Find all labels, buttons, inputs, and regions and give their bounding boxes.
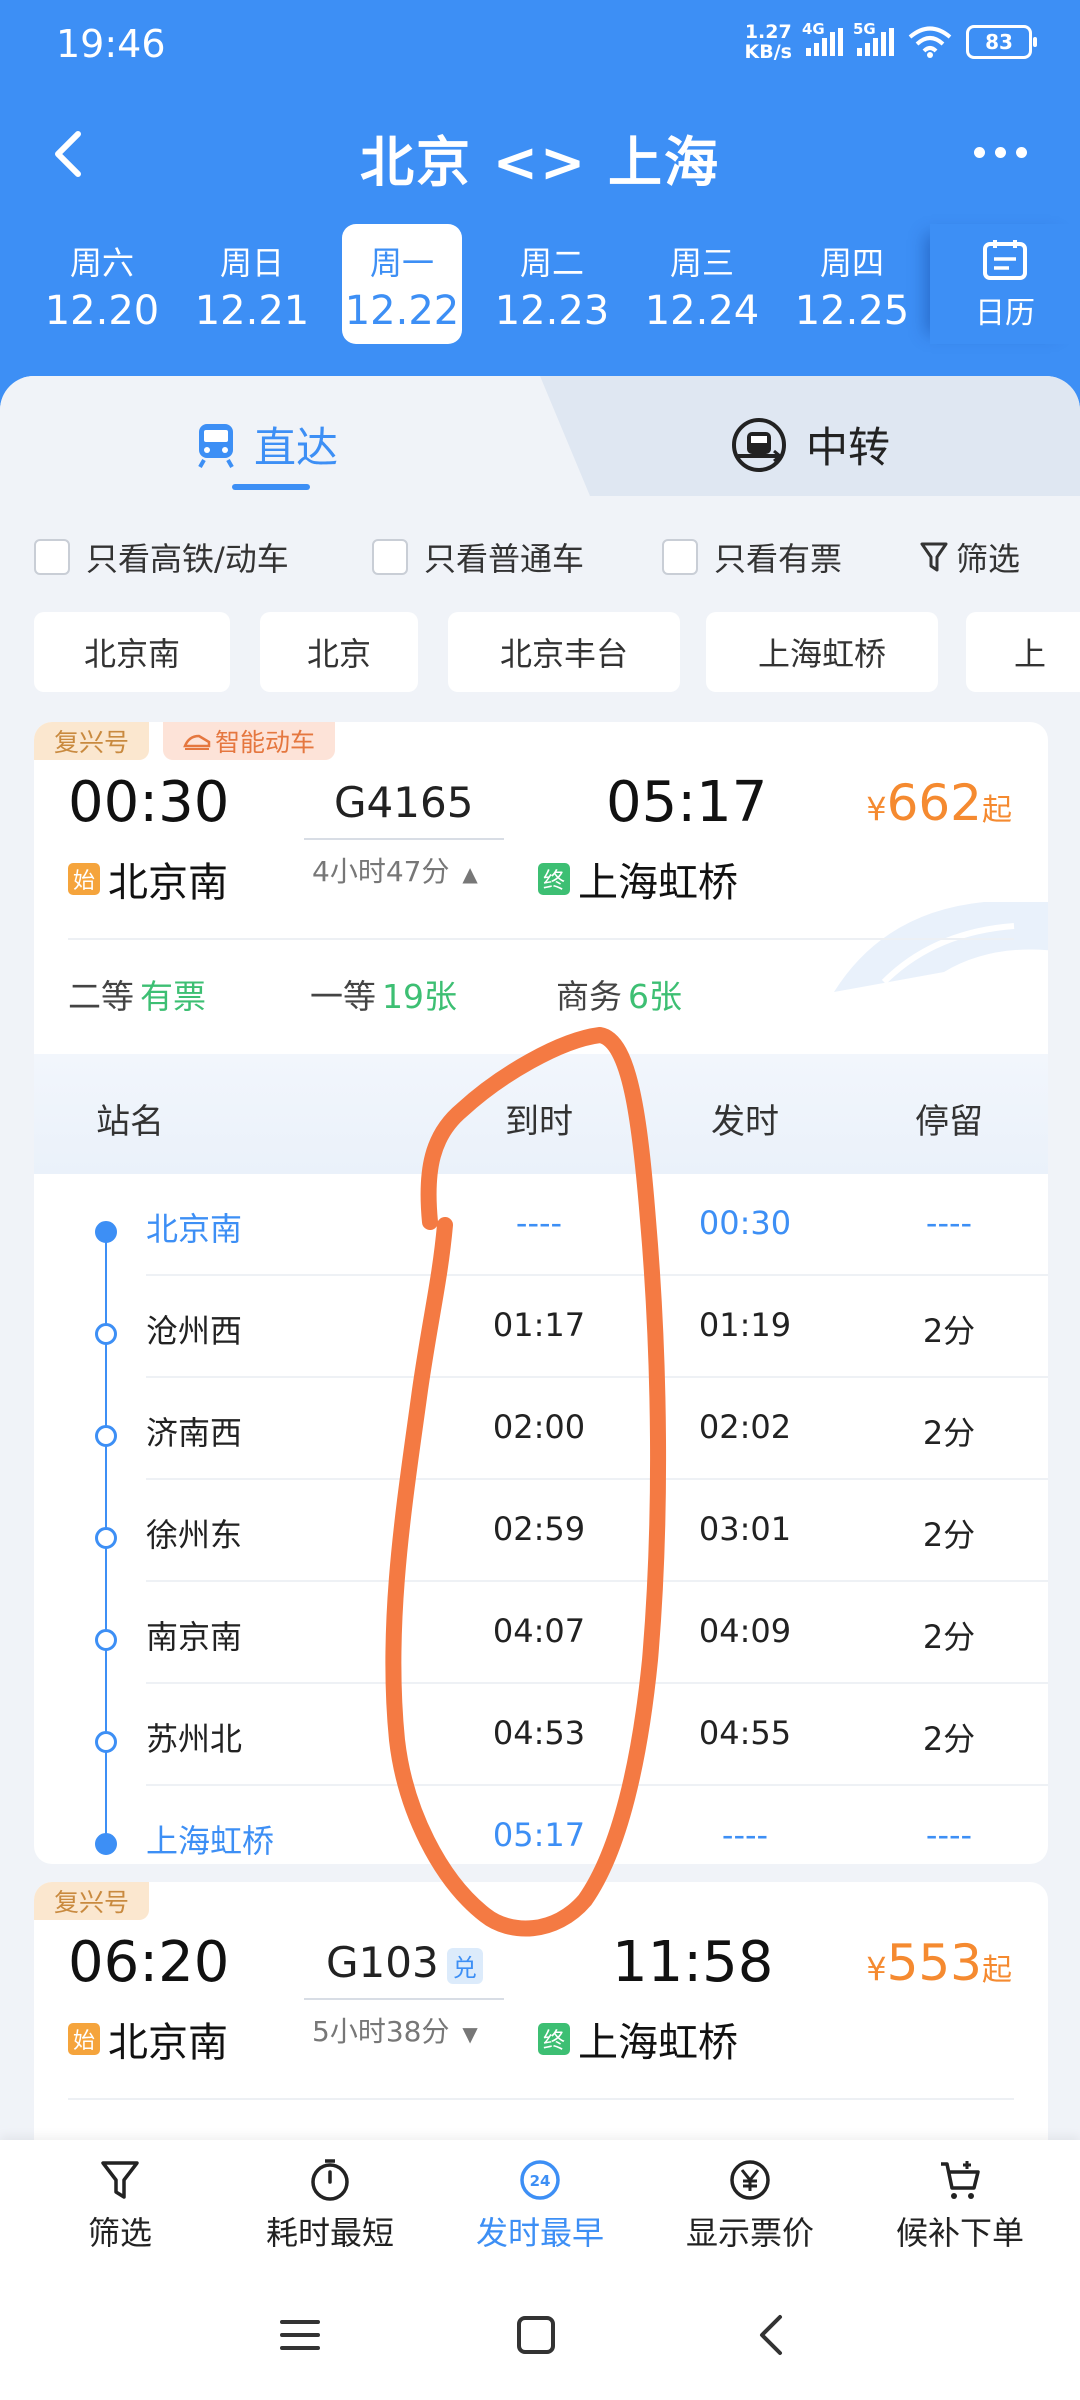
seat-business-class: 商务 6张 — [556, 977, 682, 1016]
train-watermark-icon — [834, 902, 1048, 992]
end-station-tag: 终 — [538, 863, 570, 895]
home-nav-icon[interactable] — [506, 2310, 566, 2360]
tab-direct-label: 直达 — [254, 423, 339, 472]
high-speed-only-checkbox[interactable]: 只看高铁/动车 — [34, 534, 289, 580]
train-icon — [198, 423, 234, 468]
price: ¥ 553 起 — [866, 1934, 1012, 1992]
table-row: 北京南 ---- 00:30 ---- — [34, 1174, 1048, 1276]
fuxing-badge: 复兴号 — [34, 1882, 150, 1920]
header: 19:46 1.27 KB/s 4G 5G 83 北京 <> 上海 周六 12.… — [0, 0, 1080, 420]
station-chip[interactable]: 北京南 — [34, 612, 230, 692]
trip-duration[interactable]: 5小时38分 ▼ — [312, 2010, 478, 2050]
svg-text:24: 24 — [530, 2172, 551, 2190]
back-nav-icon[interactable] — [742, 2310, 802, 2360]
status-bar: 19:46 1.27 KB/s 4G 5G 83 — [0, 0, 1080, 92]
filter-row: 只看高铁/动车 只看普通车 只看有票 筛选 — [0, 526, 1080, 586]
train-number: G4165 — [334, 778, 474, 827]
trip-duration[interactable]: 4小时47分 ▲ — [312, 850, 478, 890]
status-time: 19:46 — [56, 22, 166, 66]
fuxing-badge: 复兴号 — [34, 722, 150, 760]
caret-up-icon: ▲ — [462, 862, 478, 886]
caret-down-icon: ▼ — [462, 2022, 478, 2046]
system-nav-bar — [0, 2272, 1080, 2400]
active-tab-indicator — [232, 484, 310, 490]
stops-table-header: 站名 到时 发时 停留 — [34, 1054, 1048, 1174]
bottom-filter-button[interactable]: 筛选 — [20, 2158, 220, 2254]
station-chip[interactable]: 上海虹桥 — [706, 612, 938, 692]
seat-second-class: 二等 有票 — [68, 977, 206, 1016]
train-card[interactable]: 复兴号 06:20 G103 兑 5小时38分 ▼ 11:58 ¥ 553 起 始… — [34, 1882, 1048, 2140]
more-options-button[interactable] — [960, 132, 1040, 172]
content-panel: 中转 直达 只看高铁/动车 只看普通车 只看有票 筛选 北京南 北京 北京丰台 … — [0, 376, 1080, 2140]
calendar-button[interactable]: 日历 — [930, 224, 1080, 344]
transfer-icon — [732, 417, 786, 472]
table-row: 上海虹桥 05:17 ---- ---- — [146, 1816, 973, 1860]
table-row: 徐州东 02:59 03:01 2分 — [34, 1480, 1048, 1582]
table-row: 济南西 02:00 02:02 2分 — [34, 1378, 1048, 1480]
normal-train-only-checkbox[interactable]: 只看普通车 — [372, 534, 584, 580]
show-price-button[interactable]: 显示票价 — [650, 2158, 850, 2254]
arrival-time: 11:58 — [612, 1930, 774, 1995]
date-item[interactable]: 周六 12.20 — [42, 224, 162, 344]
seat-first-class: 一等 19张 — [310, 977, 457, 1016]
stopwatch-icon — [311, 2159, 349, 2201]
date-item[interactable]: 周二 12.23 — [492, 224, 612, 344]
end-station-tag: 终 — [538, 2023, 570, 2055]
funnel-icon — [101, 2161, 139, 2199]
calendar-icon — [983, 240, 1027, 280]
tab-transfer[interactable]: 中转 — [540, 376, 1080, 496]
signal-4g-icon: 4G — [802, 20, 843, 56]
train-number: G103 兑 — [326, 1938, 483, 1987]
departure-time: 00:30 — [68, 770, 230, 835]
departure-station: 始 北京南 — [68, 2010, 228, 2068]
train-card[interactable]: 复兴号 智能动车 00:30 G4165 4小时47分 ▲ 05:17 ¥ 66… — [34, 722, 1048, 1864]
available-only-checkbox[interactable]: 只看有票 — [662, 534, 842, 580]
start-station-tag: 始 — [68, 2023, 100, 2055]
date-selector: 周六 12.20 周日 12.21 周一 12.22 周二 12.23 周三 1… — [0, 224, 1080, 344]
station-chip[interactable]: 北京丰台 — [448, 612, 680, 692]
title-bar: 北京 <> 上海 — [0, 110, 1080, 200]
route-tabs: 中转 直达 — [0, 376, 1080, 496]
page-title: 北京 <> 上海 — [359, 131, 721, 194]
table-row: 南京南 04:07 04:09 2分 — [34, 1582, 1048, 1684]
filter-button[interactable]: 筛选 — [920, 534, 1020, 580]
signal-5g-icon: 5G — [853, 20, 894, 56]
network-speed: 1.27 KB/s — [744, 21, 792, 63]
arrival-station: 终 上海虹桥 — [538, 2010, 738, 2068]
yen-coin-icon — [730, 2160, 770, 2200]
smart-emu-badge: 智能动车 — [163, 722, 336, 760]
departure-station: 始 北京南 — [68, 850, 228, 908]
arrival-time: 05:17 — [606, 770, 768, 835]
table-row: 苏州北 04:53 04:55 2分 — [34, 1684, 1048, 1786]
waitlist-order-button[interactable]: 候补下单 — [860, 2158, 1060, 2254]
arrival-station: 终 上海虹桥 — [538, 850, 738, 908]
menu-nav-icon[interactable] — [270, 2310, 330, 2360]
sort-earliest-button[interactable]: 24 发时最早 — [440, 2158, 640, 2254]
tab-transfer-label: 中转 — [806, 423, 891, 472]
funnel-icon — [920, 542, 948, 572]
date-item[interactable]: 周日 12.21 — [192, 224, 312, 344]
tab-direct[interactable]: 直达 — [0, 376, 590, 496]
cart-plus-icon — [941, 2161, 980, 2199]
station-chips: 北京南 北京 北京丰台 上海虹桥 上 — [0, 612, 1080, 696]
station-chip[interactable]: 上 — [966, 612, 1080, 692]
price: ¥ 662 起 — [866, 774, 1012, 832]
bottom-toolbar: 筛选 耗时最短 24 发时最早 显示票价 候补下单 — [0, 2140, 1080, 2272]
table-row: 沧州西 01:17 01:19 2分 — [34, 1276, 1048, 1378]
date-item[interactable]: 周三 12.24 — [642, 224, 762, 344]
smart-train-icon — [183, 734, 211, 750]
date-item[interactable]: 周四 12.25 — [792, 224, 912, 344]
date-item-selected[interactable]: 周一 12.22 — [342, 224, 462, 344]
status-icons: 1.27 KB/s 4G 5G 83 — [744, 20, 1037, 63]
station-chip[interactable]: 北京 — [260, 612, 418, 692]
departure-time: 06:20 — [68, 1930, 230, 1995]
exchange-badge: 兑 — [446, 1947, 483, 1984]
start-station-tag: 始 — [68, 863, 100, 895]
clock-24-icon: 24 — [520, 2160, 560, 2200]
wifi-icon — [908, 26, 952, 58]
sort-shortest-button[interactable]: 耗时最短 — [230, 2158, 430, 2254]
battery-icon: 83 — [966, 25, 1037, 59]
